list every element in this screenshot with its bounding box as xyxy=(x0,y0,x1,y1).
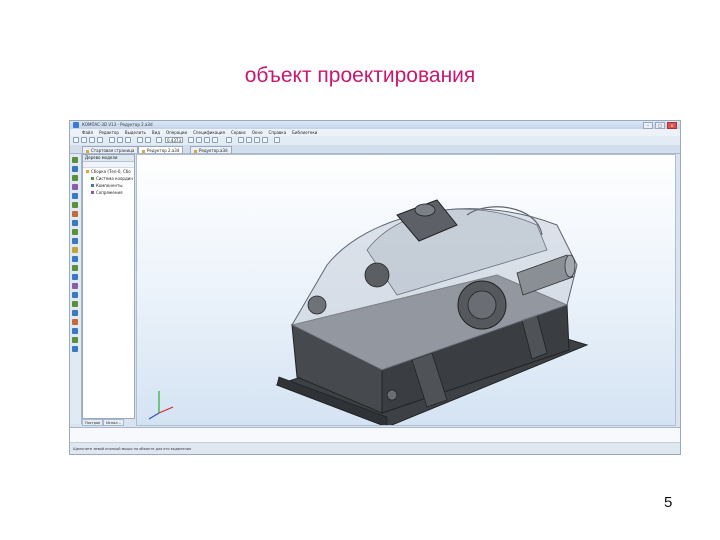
hidden-lines-icon[interactable] xyxy=(246,137,252,143)
tab-reducer[interactable]: Редуктор.a3d xyxy=(190,146,232,153)
shaded-icon[interactable] xyxy=(254,137,260,143)
app-logo-icon xyxy=(73,122,79,128)
slide-title: объект проектирования xyxy=(244,64,476,87)
orientation-icon[interactable] xyxy=(226,137,232,143)
mates-icon xyxy=(91,191,94,194)
page-number: 5 xyxy=(664,494,673,511)
tool-icon-3[interactable] xyxy=(72,175,78,181)
tool-icon-10[interactable] xyxy=(72,238,78,244)
tab-build-tree[interactable]: Построе xyxy=(82,419,104,426)
menu-select[interactable]: Выделить xyxy=(125,130,146,135)
tool-icon-16[interactable] xyxy=(72,292,78,298)
undo-icon[interactable] xyxy=(137,137,143,143)
minimize-button[interactable]: – xyxy=(643,122,653,129)
tool-icon-15[interactable] xyxy=(72,283,78,289)
bearing-cap-inner xyxy=(467,290,497,320)
tool-icon-14[interactable] xyxy=(72,274,78,280)
tree-item-components[interactable]: Компоненты xyxy=(83,182,134,189)
model-tree-panel: Дерево модели Сборка (Тел-0, Сбо Система… xyxy=(82,154,135,419)
kompas-3d-window: КОМПАС-3D V13 - Редуктор 2.a3d – □ × Фай… xyxy=(69,120,681,455)
zoom-scale-field[interactable]: 0.4373 xyxy=(165,137,183,143)
drain-plug xyxy=(386,389,398,401)
tool-icon-21[interactable] xyxy=(72,337,78,343)
axis-z xyxy=(148,412,160,420)
tool-icon-20[interactable] xyxy=(72,328,78,334)
home-icon xyxy=(86,149,89,153)
properties-panel xyxy=(70,427,680,443)
rotate-icon[interactable] xyxy=(212,137,218,143)
tool-icon-4[interactable] xyxy=(72,184,78,190)
tool-icon-6[interactable] xyxy=(72,202,78,208)
tool-icon-2[interactable] xyxy=(72,166,78,172)
redo-icon[interactable] xyxy=(145,137,151,143)
wireframe-icon[interactable] xyxy=(238,137,244,143)
tree-item-assembly[interactable]: Сборка (Тел-0, Сбо xyxy=(83,168,134,175)
menu-libraries[interactable]: Библиотеки xyxy=(292,130,317,135)
reducer-model-render xyxy=(148,199,589,425)
3d-viewport[interactable] xyxy=(136,154,676,426)
window-titlebar: КОМПАС-3D V13 - Редуктор 2.a3d – □ × xyxy=(70,121,680,129)
tool-icon-12[interactable] xyxy=(72,256,78,262)
tool-icon-19[interactable] xyxy=(72,319,78,325)
bearing-cap-rear xyxy=(364,262,390,288)
breather-cap xyxy=(414,203,436,217)
tool-icon-1[interactable] xyxy=(72,157,78,163)
tool-icon-13[interactable] xyxy=(72,265,78,271)
menu-edit[interactable]: Редактор xyxy=(99,130,119,135)
document-tabs: Стартовая страница Редуктор 2.a3d Редукт… xyxy=(70,145,680,154)
assembly-icon xyxy=(194,149,197,153)
tool-icon-18[interactable] xyxy=(72,310,78,316)
tree-bottom-tabs: Построе Испол... xyxy=(82,419,135,426)
window-title: КОМПАС-3D V13 - Редуктор 2.a3d xyxy=(82,122,153,127)
tool-icon-17[interactable] xyxy=(72,301,78,307)
model-tree-header: Дерево модели xyxy=(83,155,134,162)
tool-icon-22[interactable] xyxy=(72,346,78,352)
tool-icon-7[interactable] xyxy=(72,211,78,217)
menu-window[interactable]: Окно xyxy=(252,130,263,135)
assembly-icon xyxy=(142,149,145,153)
maximize-button[interactable]: □ xyxy=(655,122,665,129)
tree-item-mates[interactable]: Сопряжения xyxy=(83,189,134,196)
status-bar: Щелкните левой кнопкой мыши на объекте д… xyxy=(70,443,680,454)
assembly-icon xyxy=(86,170,89,173)
close-button[interactable]: × xyxy=(667,122,677,129)
tool-icon-9[interactable] xyxy=(72,229,78,235)
tab-execution[interactable]: Испол... xyxy=(103,419,124,426)
paste-icon[interactable] xyxy=(125,137,131,143)
coordinate-system-icon xyxy=(91,177,94,180)
menu-specification[interactable]: Спецификация xyxy=(193,130,225,135)
tab-reducer-2[interactable]: Редуктор 2.a3d xyxy=(138,146,184,153)
shaft-end xyxy=(564,254,576,278)
print-icon[interactable] xyxy=(97,137,103,143)
zoom-in-icon[interactable] xyxy=(188,137,194,143)
zoom-out-icon[interactable] xyxy=(196,137,202,143)
copy-icon[interactable] xyxy=(117,137,123,143)
status-text: Щелкните левой кнопкой мыши на объекте д… xyxy=(73,447,192,451)
tool-icon-5[interactable] xyxy=(72,193,78,199)
shaded-edges-icon[interactable] xyxy=(262,137,268,143)
tool-icon-8[interactable] xyxy=(72,220,78,226)
menu-file[interactable]: Файл xyxy=(82,130,93,135)
compact-toolbar xyxy=(70,154,82,424)
pan-icon[interactable] xyxy=(204,137,210,143)
zoom-icon[interactable] xyxy=(156,137,162,143)
cut-icon[interactable] xyxy=(109,137,115,143)
menu-help[interactable]: Справка xyxy=(269,130,287,135)
menu-service[interactable]: Сервис xyxy=(231,130,246,135)
components-icon xyxy=(91,184,94,187)
menu-bar: Файл Редактор Выделить Вид Операции Спец… xyxy=(70,129,680,136)
tree-item-coordinate-system[interactable]: Система координ xyxy=(83,175,134,182)
save-icon[interactable] xyxy=(89,137,95,143)
menu-view[interactable]: Вид xyxy=(152,130,160,135)
new-document-icon[interactable] xyxy=(73,137,79,143)
tool-icon-11[interactable] xyxy=(72,247,78,253)
axis-x xyxy=(158,406,174,414)
menu-operations[interactable]: Операции xyxy=(166,130,187,135)
open-icon[interactable] xyxy=(81,137,87,143)
input-shaft-end xyxy=(307,295,327,315)
tab-start-page[interactable]: Стартовая страница xyxy=(82,146,139,153)
perspective-icon[interactable] xyxy=(274,137,280,143)
